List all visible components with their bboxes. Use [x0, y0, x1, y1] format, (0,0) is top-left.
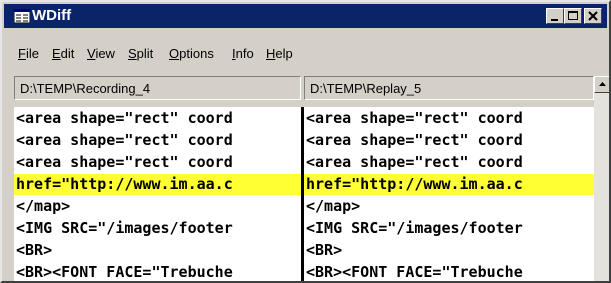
diff-line: <area shape="rect" coord	[16, 131, 233, 149]
close-icon	[588, 11, 598, 21]
diff-line-changed: href="http://www.im.aa.c	[14, 174, 301, 195]
title-bar[interactable]: WDiff	[4, 4, 607, 28]
close-button[interactable]	[584, 8, 602, 24]
menu-file[interactable]: File	[18, 46, 39, 62]
wdiff-window: WDiff File Edit View Split Options Info …	[0, 0, 611, 283]
scroll-up-button[interactable]	[594, 76, 609, 93]
app-icon	[14, 9, 30, 23]
diff-line-changed: href="http://www.im.aa.c	[304, 174, 594, 195]
right-diff-pane[interactable]: <area shape="rect" coord <area shape="rec…	[304, 107, 594, 281]
menu-bar: File Edit View Split Options Info Help	[4, 30, 607, 64]
window-title: WDiff	[32, 7, 72, 24]
diff-line: <area shape="rect" coord	[306, 131, 523, 149]
arrow-up-icon	[599, 82, 606, 86]
menu-view[interactable]: View	[87, 46, 115, 62]
diff-line: <BR><FONT FACE="Trebuche	[16, 263, 233, 281]
menu-options[interactable]: Options	[169, 46, 214, 62]
vertical-scrollbar[interactable]	[594, 76, 609, 281]
left-path-header: D:\TEMP\Recording_4	[14, 76, 301, 100]
left-path-label: D:\TEMP\Recording_4	[20, 81, 151, 96]
left-diff-pane[interactable]: <area shape="rect" coord <area shape="rec…	[14, 107, 301, 281]
diff-line: </map>	[16, 197, 71, 215]
maximize-button[interactable]	[564, 8, 582, 24]
right-path-header: D:\TEMP\Replay_5	[304, 76, 594, 100]
diff-line: <BR>	[16, 241, 53, 259]
path-header-row: D:\TEMP\Recording_4 D:\TEMP\Replay_5	[14, 76, 594, 102]
diff-line: <BR>	[306, 241, 343, 259]
diff-line: </map>	[306, 197, 361, 215]
menu-edit[interactable]: Edit	[52, 46, 74, 62]
diff-line: <area shape="rect" coord	[306, 109, 523, 127]
diff-line: <IMG SRC="/images/footer	[306, 219, 523, 237]
minimize-icon	[551, 19, 558, 21]
menu-help[interactable]: Help	[266, 46, 293, 62]
diff-line: <area shape="rect" coord	[16, 109, 233, 127]
diff-line: <area shape="rect" coord	[306, 153, 523, 171]
menu-info[interactable]: Info	[232, 46, 254, 62]
right-path-label: D:\TEMP\Replay_5	[310, 81, 422, 96]
maximize-icon	[568, 11, 578, 20]
menu-split[interactable]: Split	[128, 46, 153, 62]
diff-line: <BR><FONT FACE="Trebuche	[306, 263, 523, 281]
diff-panes: <area shape="rect" coord <area shape="rec…	[14, 107, 594, 281]
diff-line: <IMG SRC="/images/footer	[16, 219, 233, 237]
minimize-button[interactable]	[546, 8, 564, 24]
diff-line: <area shape="rect" coord	[16, 153, 233, 171]
